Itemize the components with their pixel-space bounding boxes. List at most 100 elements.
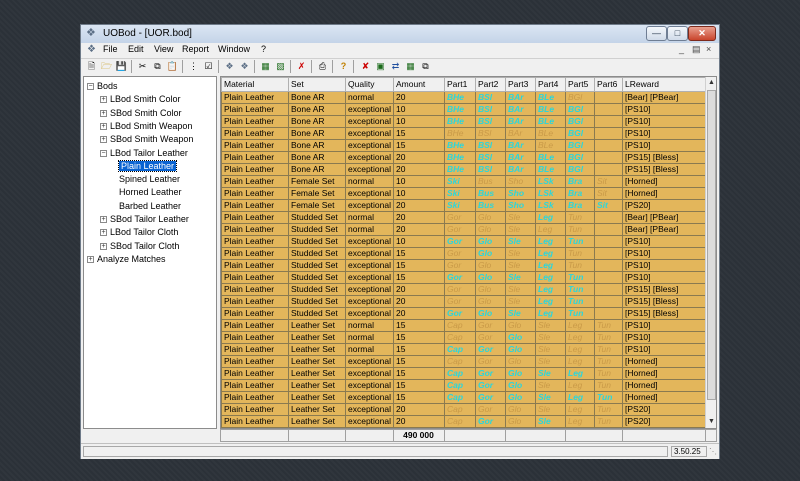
tree-node[interactable]: Barbed Leather (113, 200, 181, 213)
expand-toggle-icon[interactable]: + (100, 109, 107, 117)
column-header[interactable]: Part5 (565, 77, 595, 92)
column-header[interactable]: Part1 (444, 77, 476, 92)
table-row[interactable]: Plain Leather Female Set exceptional 20 Ski B… (221, 199, 706, 212)
menu-view[interactable]: View (154, 44, 173, 54)
tree-node[interactable]: Plain Leather (113, 159, 178, 173)
table-row[interactable]: Plain Leather Bone AR exceptional 20 BHe BSl B… (221, 163, 706, 176)
collapse-toggle-icon[interactable]: − (87, 83, 94, 91)
table-row[interactable]: Plain Leather Leather Set exceptional 15 Cap… (221, 379, 706, 392)
table-row[interactable]: Plain Leather Leather Set exceptional 15 Cap… (221, 367, 706, 380)
table-row[interactable]: Plain Leather Bone AR exceptional 15 BHe BSl B… (221, 127, 706, 140)
book-icon[interactable]: ▣ (374, 60, 387, 73)
windows-icon[interactable]: ⧉ (419, 60, 432, 73)
scroll-thumb[interactable] (707, 90, 716, 400)
bag-icon[interactable]: ▦ (404, 60, 417, 73)
column-header[interactable]: Part6 (594, 77, 623, 92)
table-row[interactable]: Plain Leather Studded Set exceptional 20 Gor… (221, 295, 706, 308)
menu-report[interactable]: Report (182, 44, 209, 54)
table-row[interactable]: Plain Leather Studded Set exceptional 15 Gor… (221, 259, 706, 272)
table-row[interactable]: Plain Leather Studded Set exceptional 10 Gor… (221, 235, 706, 248)
scroll-down-icon[interactable]: ▼ (706, 416, 716, 428)
column-header[interactable]: Set (288, 77, 346, 92)
close-button[interactable]: ✕ (688, 26, 716, 41)
expand-toggle-icon[interactable]: + (87, 256, 94, 264)
help-icon[interactable]: ? (337, 60, 350, 73)
table-row[interactable]: Plain Leather Leather Set normal 15 Cap Gor Gl… (221, 319, 706, 332)
column-header[interactable]: Quality (345, 77, 394, 92)
menu-window[interactable]: Window (218, 44, 250, 54)
collapse-toggle-icon[interactable]: − (100, 149, 107, 157)
table-row[interactable]: Plain Leather Studded Set normal 20 Gor Glo Sl… (221, 223, 706, 236)
column-header[interactable]: LReward (622, 77, 706, 92)
tree-node[interactable]: + SBod Tailor Cloth (100, 240, 179, 253)
table-row[interactable]: Plain Leather Leather Set exceptional 20 Cap… (221, 415, 706, 428)
expand-toggle-icon[interactable]: + (100, 229, 107, 237)
new-file-icon[interactable]: 🗎 (85, 60, 98, 73)
open-folder-icon[interactable]: 🗁 (100, 60, 113, 73)
table-row[interactable]: Plain Leather Studded Set exceptional 20 Gor… (221, 283, 706, 296)
table-row[interactable]: Plain Leather Leather Set normal 15 Cap Gor Gl… (221, 343, 706, 356)
table-row[interactable]: Plain Leather Bone AR exceptional 10 BHe BSl B… (221, 115, 706, 128)
paste-icon[interactable]: 📋 (166, 60, 179, 73)
expand-toggle-icon[interactable]: + (100, 216, 107, 224)
table-row[interactable]: Plain Leather Bone AR normal 20 BHe BSl BAr BLe… (221, 91, 706, 104)
table-row[interactable]: Plain Leather Leather Set exceptional 20 Cap… (221, 403, 706, 416)
column-header[interactable]: Material (221, 77, 289, 92)
minimize-button[interactable]: — (646, 26, 667, 41)
table-row[interactable]: Plain Leather Female Set exceptional 10 Ski B… (221, 187, 706, 200)
tree-node[interactable]: + SBod Tailor Leather (100, 213, 189, 226)
cut-icon[interactable]: ✂ (136, 60, 149, 73)
mdi-restore-icon[interactable]: ▤ (692, 44, 701, 55)
collapse-icon[interactable]: ❖ (238, 60, 251, 73)
filter-icon[interactable]: ⋮ (187, 60, 200, 73)
vertical-scrollbar[interactable]: ▲ ▼ (705, 77, 716, 428)
menu-help[interactable]: ? (261, 44, 266, 54)
table-row[interactable]: Plain Leather Leather Set exceptional 15 Cap… (221, 391, 706, 404)
table-row[interactable]: Plain Leather Bone AR exceptional 15 BHe BSl B… (221, 139, 706, 152)
table-row[interactable]: Plain Leather Studded Set normal 20 Gor Glo Sl… (221, 211, 706, 224)
table-row[interactable]: Plain Leather Studded Set exceptional 15 Gor… (221, 271, 706, 284)
tree-node[interactable]: + SBod Smith Color (100, 107, 182, 120)
resize-grip-icon[interactable]: ⋱ (709, 447, 717, 456)
tree-node[interactable]: + Analyze Matches (87, 253, 166, 266)
columns-icon[interactable]: ▧ (274, 60, 287, 73)
transfer-icon[interactable]: ⇄ (389, 60, 402, 73)
copy-icon[interactable]: ⧉ (151, 60, 164, 73)
expand-icon[interactable]: ❖ (223, 60, 236, 73)
menu-file[interactable]: File (103, 44, 118, 54)
menu-edit[interactable]: Edit (128, 44, 144, 54)
title-bar[interactable]: ❖ UOBod - [UOR.bod] — □ ✕ (81, 25, 719, 43)
expand-toggle-icon[interactable]: + (100, 136, 107, 144)
table-row[interactable]: Plain Leather Bone AR exceptional 10 BHe BSl B… (221, 103, 706, 116)
expand-toggle-icon[interactable]: + (100, 123, 107, 131)
tree-node[interactable]: + LBod Smith Weapon (100, 120, 192, 133)
tree-node[interactable]: − Bods (87, 80, 118, 93)
tree-node[interactable]: Spined Leather (113, 173, 180, 186)
expand-toggle-icon[interactable]: + (100, 242, 107, 250)
column-header[interactable]: Part3 (505, 77, 536, 92)
tree-node[interactable]: Horned Leather (113, 186, 182, 199)
tree-node[interactable]: + LBod Tailor Cloth (100, 226, 178, 239)
table-row[interactable]: Plain Leather Leather Set exceptional 15 Cap… (221, 355, 706, 368)
column-header[interactable]: Amount (393, 77, 445, 92)
tree-node[interactable]: − LBod Tailor Leather (100, 147, 188, 160)
scroll-up-icon[interactable]: ▲ (706, 77, 716, 89)
print-icon[interactable]: ⎙ (316, 60, 329, 73)
mdi-close-button[interactable]: × (706, 44, 711, 54)
tree-node[interactable]: + SBod Smith Weapon (100, 133, 193, 146)
table-row[interactable]: Plain Leather Bone AR exceptional 20 BHe BSl B… (221, 151, 706, 164)
table-row[interactable]: Plain Leather Female Set normal 10 Ski Bus Sho… (221, 175, 706, 188)
column-header[interactable]: Part2 (475, 77, 506, 92)
document-icon[interactable]: ❖ (87, 44, 96, 55)
remove-bod-icon[interactable]: ✘ (359, 60, 372, 73)
maximize-button[interactable]: □ (667, 26, 688, 41)
table-row[interactable]: Plain Leather Leather Set normal 15 Cap Gor Gl… (221, 331, 706, 344)
delete-icon[interactable]: ✗ (295, 60, 308, 73)
checkbox-icon[interactable]: ☑ (202, 60, 215, 73)
save-icon[interactable]: 💾 (115, 60, 128, 73)
column-header[interactable]: Part4 (535, 77, 566, 92)
tree-node[interactable]: + LBod Smith Color (100, 93, 181, 106)
expand-toggle-icon[interactable]: + (100, 96, 107, 104)
table-row[interactable]: Plain Leather Studded Set exceptional 15 Gor… (221, 247, 706, 260)
table-row[interactable]: Plain Leather Studded Set exceptional 20 Gor… (221, 307, 706, 320)
